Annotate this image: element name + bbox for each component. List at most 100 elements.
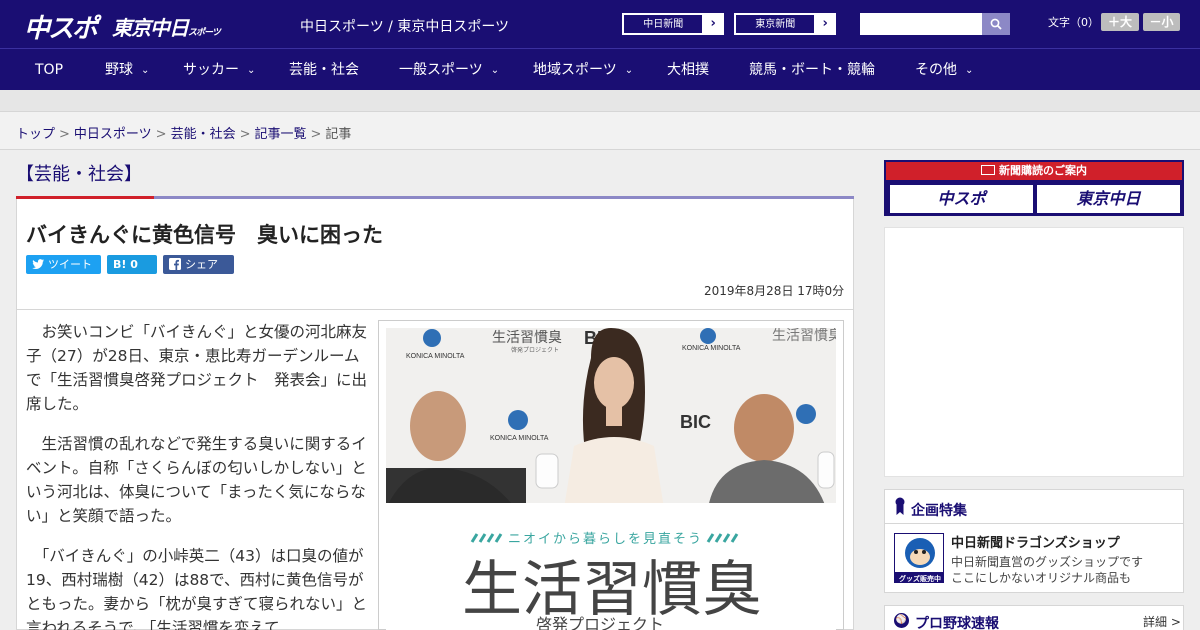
chevron-down-icon: ⌄	[965, 65, 974, 76]
site-title: 中日スポーツ / 東京中日スポーツ	[300, 19, 510, 35]
article-date: 2019年8月28日 17時0分	[704, 284, 845, 298]
chevron-down-icon: ⌄	[247, 65, 256, 76]
font-smaller-button[interactable]: －小	[1143, 13, 1180, 31]
article-paragraph: 「バイきんぐ」の小峠英二（43）は口臭の値が19、西村瑞樹（42）は88で、西村…	[26, 547, 368, 630]
featured-box: 企画特集 グッズ販売中 中日新聞ドラゴンズショップ 中日新聞直営のグッズショップ…	[884, 489, 1184, 593]
backdrop-title-text: 生活習慣臭	[492, 329, 562, 345]
nav-sumo[interactable]: 大相撲	[667, 49, 709, 91]
baseball-scores-box: ⚾ プロ野球速報 詳細 >	[884, 605, 1184, 630]
link-label: 中日新聞	[623, 14, 704, 34]
chuspo-logo[interactable]: 中スポ	[24, 8, 98, 45]
dragons-shop-desc: ここにしかないオリジナル商品も	[951, 571, 1132, 585]
tweet-button[interactable]: ツイート	[26, 255, 101, 274]
hatena-bookmark-button[interactable]: B! 0	[107, 255, 157, 274]
backdrop-title-text: 生活習慣臭	[772, 328, 836, 343]
nav-label: 野球	[105, 62, 133, 78]
search-icon	[990, 18, 1002, 30]
backdrop-bic-text: BIC	[680, 412, 711, 432]
chevron-down-icon: ⌄	[141, 65, 150, 76]
hatena-label: B! 0	[113, 258, 138, 271]
nav-label: 一般スポーツ	[399, 62, 483, 78]
font-size-label: 文字（0）	[1048, 16, 1099, 29]
breadcrumb-article-list[interactable]: 記事一覧	[255, 127, 307, 142]
chevron-down-icon: ⌄	[624, 65, 634, 76]
nav-label: 地域スポーツ	[533, 62, 617, 78]
breadcrumb: トップ > 中日スポーツ > 芸能・社会 > 記事一覧 > 記事	[16, 123, 351, 142]
nav-label: 競馬・ボート・競輪	[749, 62, 875, 78]
sub-nav-strip	[0, 90, 1200, 112]
dragons-shop-title[interactable]: 中日新聞ドラゴンズショップ	[951, 532, 1120, 551]
facebook-share-button[interactable]: シェア 0	[163, 255, 234, 290]
facebook-icon	[169, 258, 181, 270]
breadcrumb-separator: >	[310, 127, 322, 142]
nav-label: その他	[915, 62, 957, 78]
twitter-bird-icon	[32, 259, 44, 270]
nav-label: TOP	[35, 62, 64, 78]
breadcrumb-current: 記事	[325, 127, 352, 142]
site-header: 中スポ 東京中日スポーツ 中日スポーツ / 東京中日スポーツ 中日新聞 › 東京…	[0, 0, 1200, 48]
backdrop-brand-text: KONICA MINOLTA	[682, 345, 741, 352]
advertisement-slot[interactable]	[884, 227, 1184, 477]
backdrop-brand-text: KONICA MINOLTA	[406, 353, 465, 360]
backdrop-brand-text: KONICA MINOLTA	[490, 435, 549, 442]
breadcrumb-separator: >	[59, 127, 70, 142]
section-title: 【芸能・社会】	[16, 164, 142, 185]
chevron-right-icon: ›	[822, 16, 828, 31]
tokyo-shimbun-link[interactable]: 東京新聞 ›	[734, 13, 836, 35]
ribbon-icon	[895, 497, 905, 515]
nav-soccer[interactable]: サッカー ⌄	[183, 49, 255, 91]
tokyo-chunichi-logo-suffix: スポーツ	[188, 28, 221, 38]
subscription-logo-chuspo: 中スポ	[890, 185, 1033, 213]
tweet-label: ツイート	[48, 258, 92, 271]
chevron-down-icon: ⌄	[490, 65, 500, 76]
newspaper-icon	[981, 165, 995, 175]
link-label: 東京新聞	[735, 14, 816, 34]
shop-badge-text: グッズ販売中	[899, 574, 941, 583]
baseball-icon: ⚾	[894, 613, 909, 628]
subscription-logo-tokyo-chunichi: 東京中日	[1037, 185, 1180, 213]
dragons-mascot-icon: グッズ販売中	[895, 534, 943, 583]
article-paragraph: お笑いコンビ「バイきんぐ」と女優の河北麻友子（27）が28日、東京・恵比寿ガーデ…	[26, 323, 368, 413]
breadcrumb-top[interactable]: トップ	[16, 127, 55, 142]
dragons-shop-thumbnail[interactable]: グッズ販売中	[894, 533, 944, 583]
banner-sub: 啓発プロジェクト	[536, 616, 664, 630]
baseball-details-link[interactable]: 詳細 >	[1143, 613, 1181, 630]
breadcrumb-separator: >	[239, 127, 251, 142]
banner-title: 生活習慣臭	[462, 556, 762, 623]
featured-title: 企画特集	[911, 503, 967, 519]
breadcrumb-entertainment[interactable]: 芸能・社会	[171, 127, 236, 142]
breadcrumb-bar: トップ > 中日スポーツ > 芸能・社会 > 記事一覧 > 記事	[0, 112, 1200, 150]
main-nav: TOP 野球 ⌄ サッカー ⌄ 芸能・社会 一般スポーツ ⌄ 地域スポーツ ⌄ 大相撲 …	[0, 48, 1200, 90]
subscription-heading: 新聞購読のご案内	[886, 162, 1182, 180]
breadcrumb-separator: >	[155, 127, 167, 142]
article-photo[interactable]: KONICA MINOLTA 生活習慣臭 啓発プロジェクト BIC KONICA…	[386, 328, 836, 630]
nav-racing[interactable]: 競馬・ボート・競輪	[749, 49, 875, 91]
nav-label: 芸能・社会	[289, 62, 359, 78]
nav-label: サッカー	[183, 62, 239, 78]
featured-header: 企画特集	[885, 490, 1183, 524]
dragons-shop-desc: 中日新聞直営のグッズショップです	[951, 555, 1144, 569]
nav-label: 大相撲	[667, 62, 709, 78]
banner-tagline: ニオイから暮らしを見直そう	[508, 531, 703, 546]
subscription-banner[interactable]: 新聞購読のご案内 中スポ 東京中日	[884, 160, 1184, 216]
tokyo-chunichi-logo[interactable]: 東京中日スポーツ	[112, 12, 221, 41]
nav-other[interactable]: その他 ⌄	[915, 49, 973, 91]
subscription-heading-text: 新聞購読のご案内	[999, 164, 1087, 177]
font-larger-button[interactable]: ＋大	[1101, 13, 1139, 31]
nav-top[interactable]: TOP	[35, 49, 63, 91]
chevron-right-icon: ›	[710, 16, 716, 31]
nav-entertainment[interactable]: 芸能・社会	[289, 49, 359, 91]
chunichi-shimbun-link[interactable]: 中日新聞 ›	[622, 13, 724, 35]
search-button[interactable]	[982, 13, 1010, 35]
article-paragraph: 生活習慣の乱れなどで発生する臭いに関するイベント。自称「さくらんぼの匂いしかしな…	[26, 435, 367, 525]
breadcrumb-chunichi-sports[interactable]: 中日スポーツ	[74, 127, 152, 142]
tokyo-chunichi-logo-text: 東京中日	[112, 16, 189, 40]
backdrop-sub-text: 啓発プロジェクト	[511, 346, 559, 354]
article-headline: バイきんぐに黄色信号 臭いに困った	[26, 223, 383, 247]
baseball-scores-title: プロ野球速報	[915, 616, 999, 630]
nav-local-sports[interactable]: 地域スポーツ ⌄	[533, 49, 633, 91]
nav-general-sports[interactable]: 一般スポーツ ⌄	[399, 49, 499, 91]
nav-baseball[interactable]: 野球 ⌄	[105, 49, 149, 91]
search-input[interactable]	[860, 13, 982, 35]
date-divider	[16, 309, 854, 310]
